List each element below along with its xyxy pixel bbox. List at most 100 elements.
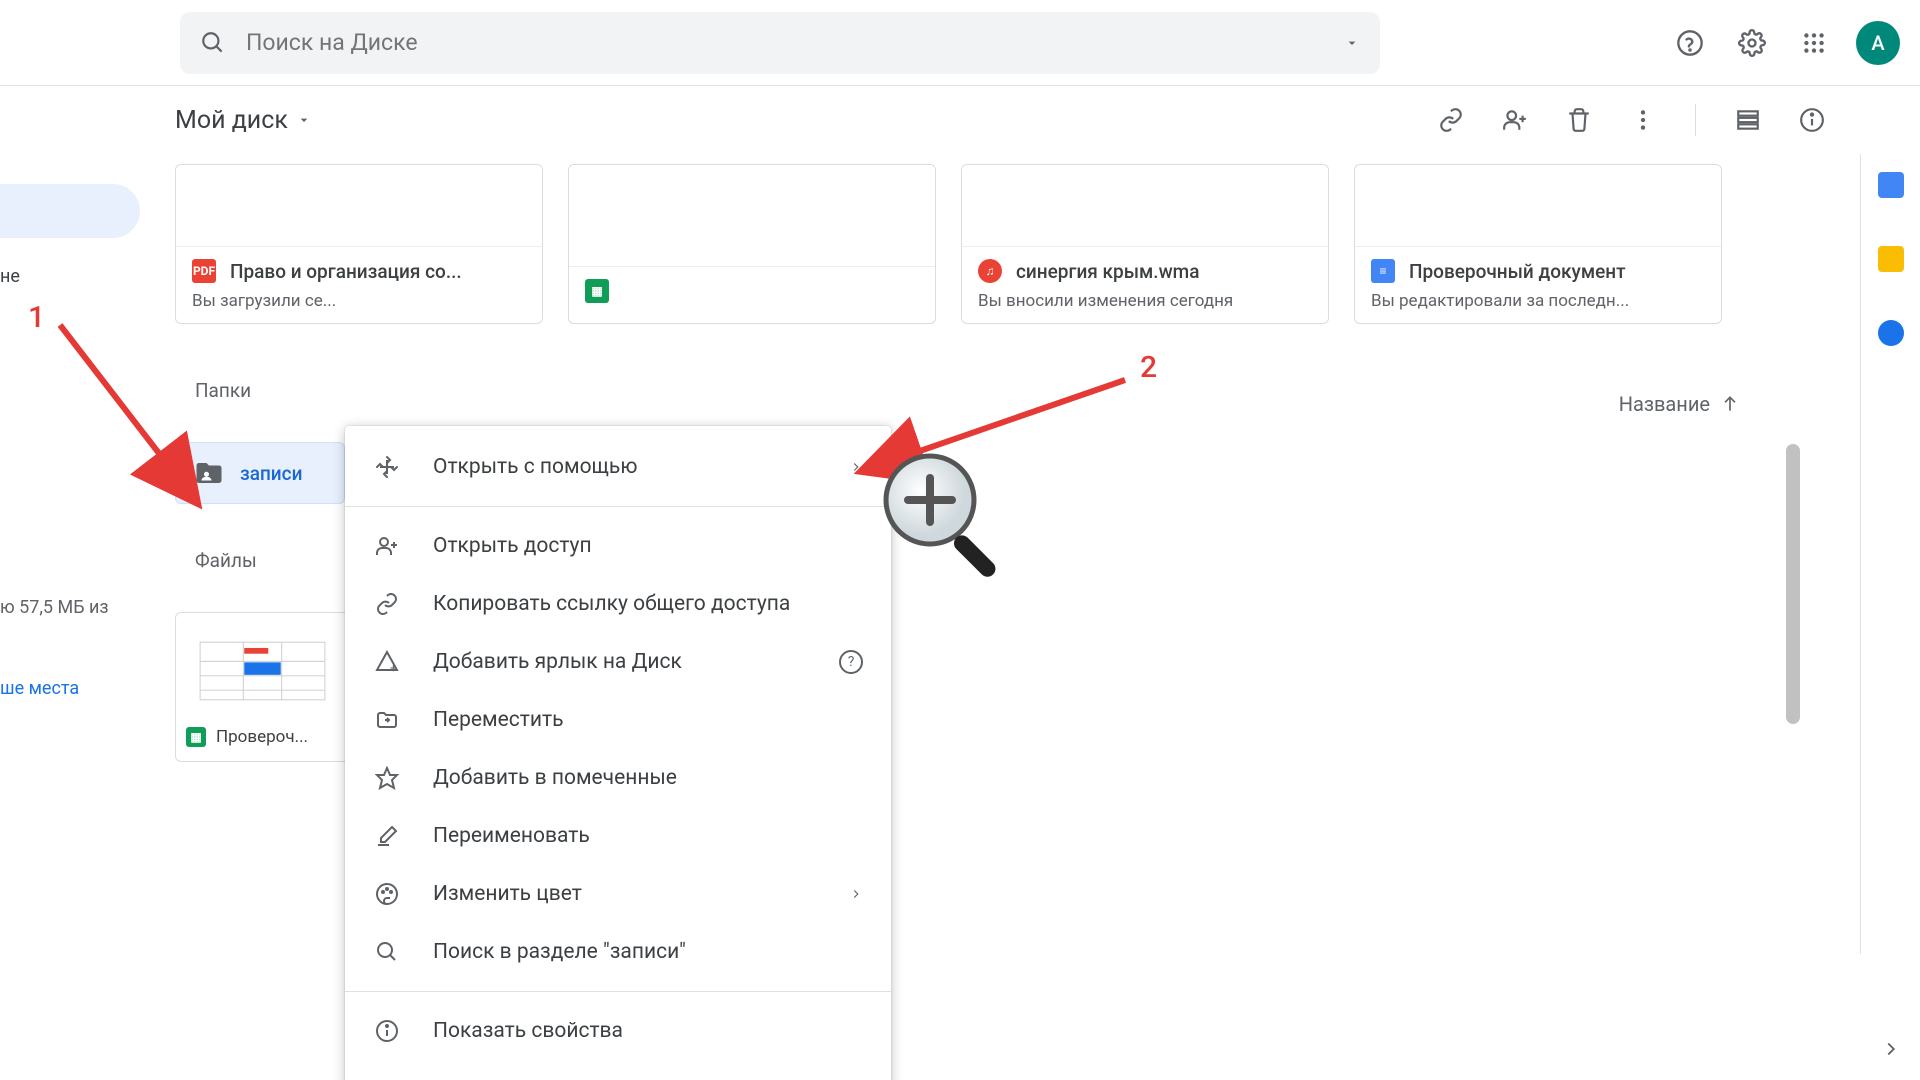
pdf-icon: PDF [192, 259, 216, 283]
info-icon [373, 1019, 401, 1043]
card-title-text: синергия крым.wma [1016, 260, 1199, 283]
account-avatar[interactable]: А [1856, 21, 1900, 65]
drive-add-icon: + [373, 650, 401, 674]
quick-access-row: PDF Право и организация со... Вы загрузил… [175, 164, 1860, 324]
menu-label: Переместить [433, 708, 563, 732]
file-card[interactable]: ≡ Проверочный документ Вы редактировали з… [1354, 164, 1722, 324]
search-box[interactable] [180, 12, 1380, 74]
menu-add-shortcut[interactable]: + Добавить ярлык на Диск ? [345, 633, 891, 691]
location-toolbar: Мой диск [0, 86, 1920, 154]
card-thumbnail [962, 165, 1328, 247]
share-person-icon[interactable] [1497, 102, 1533, 138]
list-view-icon[interactable] [1730, 102, 1766, 138]
app-header: А [0, 0, 1920, 86]
context-menu: Открыть с помощью Открыть доступ Копиров… [345, 426, 891, 1080]
annotation-label-1: 1 [28, 300, 45, 335]
menu-show-details[interactable]: Показать свойства [345, 1002, 891, 1060]
menu-move[interactable]: Переместить [345, 691, 891, 749]
sort-arrow-up-icon [1720, 394, 1740, 414]
menu-label: Открыть с помощью [433, 455, 637, 479]
sort-label-text: Название [1619, 392, 1710, 416]
menu-label: Добавить ярлык на Диск [433, 650, 682, 674]
apps-grid-icon[interactable] [1794, 23, 1834, 63]
chevron-right-icon [849, 460, 863, 474]
menu-rename[interactable]: Переименовать [345, 807, 891, 865]
sheets-icon: ▦ [186, 727, 206, 747]
menu-separator [345, 506, 891, 507]
card-subtitle: Вы редактировали за последн... [1371, 291, 1705, 311]
menu-label: Поиск в разделе "записи" [433, 940, 686, 964]
svg-text:+: + [390, 661, 397, 674]
more-vert-icon[interactable] [1625, 102, 1661, 138]
sheets-icon: ▦ [585, 279, 609, 303]
sidebar-active-item[interactable] [0, 184, 140, 238]
side-panel [1860, 154, 1920, 954]
star-icon [373, 766, 401, 790]
menu-share[interactable]: Открыть доступ [345, 517, 891, 575]
search-icon [373, 940, 401, 964]
folder-move-icon [373, 708, 401, 732]
file-card[interactable]: ▦ [568, 164, 936, 324]
file-card[interactable]: ♫синергия крым.wma Вы вносили изменения … [961, 164, 1329, 324]
magnifier-overlay-icon [880, 450, 1020, 590]
search-input[interactable] [246, 29, 1344, 56]
breadcrumb-title: Мой диск [175, 106, 288, 135]
search-options-icon[interactable] [1344, 35, 1360, 51]
keep-addon-icon[interactable] [1878, 246, 1904, 272]
card-thumbnail [1355, 165, 1721, 247]
breadcrumb[interactable]: Мой диск [175, 106, 312, 135]
storage-usage: ю 57,5 МБ из [0, 597, 140, 618]
buy-storage-link[interactable]: ше места [0, 678, 140, 699]
sort-control[interactable]: Название [1619, 392, 1740, 416]
file-card[interactable]: PDF Право и организация со... Вы загрузил… [175, 164, 543, 324]
card-title-text: Проверочный документ [1409, 260, 1626, 283]
selection-actions [1433, 102, 1830, 138]
menu-copy-link[interactable]: Копировать ссылку общего доступа [345, 575, 891, 633]
calendar-addon-icon[interactable] [1878, 172, 1904, 198]
tasks-addon-icon[interactable] [1878, 320, 1904, 346]
menu-change-color[interactable]: Изменить цвет [345, 865, 891, 923]
folder-item[interactable]: записи [175, 442, 345, 504]
chevron-down-icon [296, 112, 312, 128]
menu-download[interactable]: Скачать [345, 1060, 891, 1080]
annotation-label-2: 2 [1140, 350, 1157, 385]
menu-star[interactable]: Добавить в помеченные [345, 749, 891, 807]
search-icon [200, 30, 226, 56]
scrollbar-thumb[interactable] [1786, 444, 1800, 724]
card-title-text: Право и организация со... [230, 260, 462, 283]
expand-panel-arrow-icon[interactable] [1880, 1038, 1902, 1060]
file-thumbnail [186, 623, 339, 719]
person-add-icon [373, 534, 401, 558]
info-icon[interactable] [1794, 102, 1830, 138]
menu-open-with[interactable]: Открыть с помощью [345, 438, 891, 496]
folder-name: записи [240, 462, 302, 485]
settings-gear-icon[interactable] [1732, 23, 1772, 63]
menu-label: Копировать ссылку общего доступа [433, 592, 790, 616]
get-link-icon[interactable] [1433, 102, 1469, 138]
card-subtitle: Вы загрузили се... [192, 291, 526, 311]
card-thumbnail [176, 165, 542, 247]
card-thumbnail [569, 165, 935, 267]
sidebar-item-truncated[interactable]: не [0, 266, 140, 287]
trash-icon[interactable] [1561, 102, 1597, 138]
file-tile-name: Провероч... [216, 727, 308, 747]
link-icon [373, 592, 401, 616]
sidebar-fragment: не ю 57,5 МБ из ше места [0, 154, 140, 699]
help-badge-icon[interactable]: ? [839, 650, 863, 674]
chevron-right-icon [849, 887, 863, 901]
docs-icon: ≡ [1371, 259, 1395, 283]
menu-label: Переименовать [433, 824, 590, 848]
folders-heading: Папки [195, 379, 1860, 402]
menu-label: Изменить цвет [433, 882, 582, 906]
rename-icon [373, 824, 401, 848]
audio-icon: ♫ [978, 259, 1002, 283]
vertical-scrollbar[interactable] [1786, 444, 1800, 1080]
menu-label: Добавить в помеченные [433, 766, 677, 790]
help-icon[interactable] [1670, 23, 1710, 63]
shared-folder-icon [194, 458, 224, 488]
palette-icon [373, 882, 401, 906]
menu-search-in[interactable]: Поиск в разделе "записи" [345, 923, 891, 981]
file-tile[interactable]: ▦ Провероч... [175, 612, 350, 762]
menu-label: Открыть доступ [433, 534, 592, 558]
menu-label: Показать свойства [433, 1019, 623, 1043]
